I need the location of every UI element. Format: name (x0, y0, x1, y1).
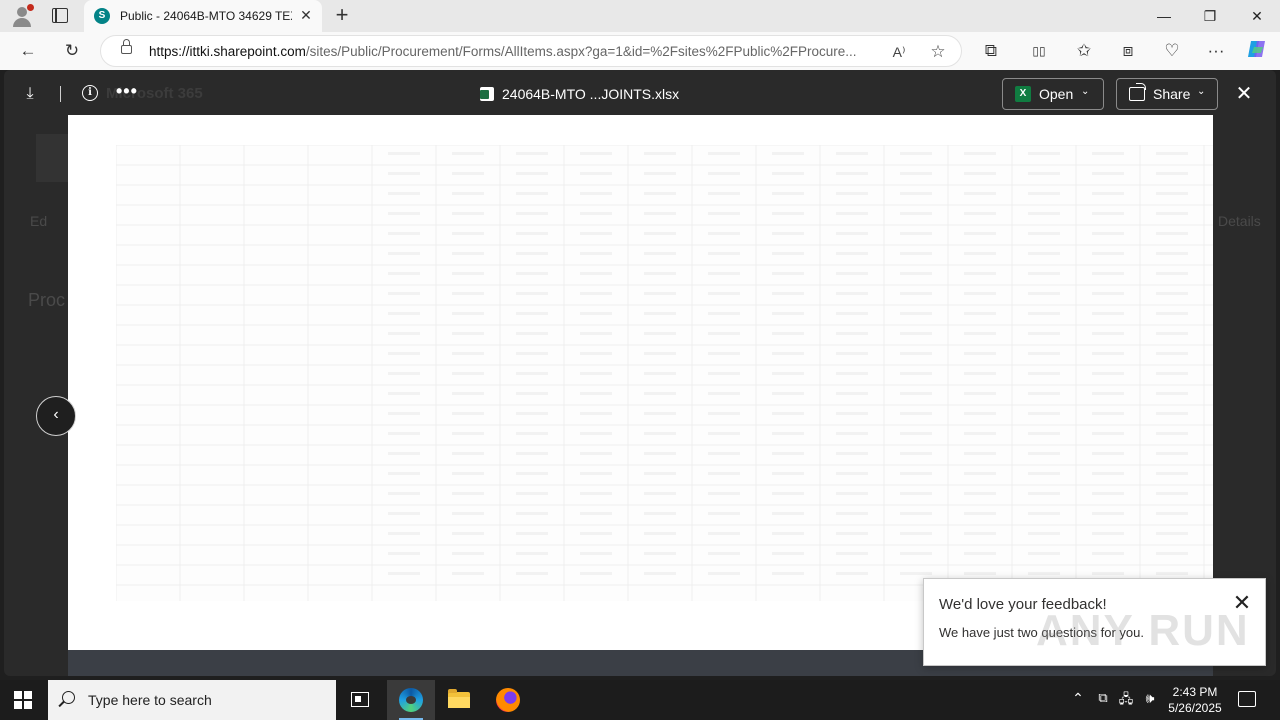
download-icon[interactable]: ⤓ (18, 82, 42, 106)
share-icon (1129, 83, 1146, 101)
extensions-icon[interactable]: ⧉ (977, 38, 1005, 64)
task-view-icon (351, 692, 369, 707)
url-path: /sites/Public/Procurement/Forms/AllItems… (305, 44, 857, 59)
file-viewer-header: ⤓ Microsoft 365 i ••• 24064B-MTO ...JOIN… (4, 70, 1276, 116)
excel-file-icon (480, 87, 494, 101)
taskbar-edge-button[interactable] (387, 680, 435, 720)
window-close-button[interactable]: ✕ (1234, 0, 1280, 32)
copilot-icon[interactable] (1244, 37, 1272, 63)
refresh-button[interactable]: ↻ (58, 38, 86, 64)
tab-actions-icon[interactable] (52, 8, 68, 23)
tab-close-icon[interactable]: ✕ (298, 7, 314, 24)
browser-toolbar: ← ↻ https://ittki.sharepoint.com/sites/P… (0, 32, 1280, 70)
taskbar-file-explorer-button[interactable] (435, 680, 483, 720)
volume-icon[interactable]: 🕪 (1140, 690, 1160, 707)
notifications-icon[interactable] (1238, 691, 1256, 707)
share-label: Share (1153, 86, 1191, 102)
address-bar[interactable]: https://ittki.sharepoint.com/sites/Publi… (100, 35, 962, 67)
collections-icon[interactable]: ⧈ (1114, 38, 1142, 64)
excel-logo-icon: X (1015, 86, 1031, 102)
restore-button[interactable]: ❐ (1187, 0, 1233, 32)
tab-title: Public - 24064B-MTO 34629 TEXT... (120, 9, 292, 23)
browser-tab[interactable]: S Public - 24064B-MTO 34629 TEXT... ✕ (84, 0, 322, 32)
favorites-icon[interactable]: ✩ (1070, 38, 1098, 64)
sharepoint-favicon-icon: S (94, 8, 110, 24)
split-screen-icon[interactable]: ▯▯ (1025, 38, 1053, 64)
anyrun-watermark: ANY RUN (1036, 606, 1250, 655)
procurement-ghost-title: Proc (28, 290, 66, 310)
taskbar-firefox-button[interactable] (484, 680, 532, 720)
show-hidden-icons-chevron-icon[interactable]: ⌃ (1068, 690, 1088, 707)
back-button[interactable]: ← (14, 38, 42, 64)
device-icon[interactable]: ⧉ (1093, 690, 1113, 706)
lock-icon[interactable] (121, 39, 132, 54)
chevron-down-icon: ⌄ (1197, 86, 1206, 97)
tab-strip: S Public - 24064B-MTO 34629 TEXT... ✕ + … (0, 0, 1280, 32)
edge-icon (399, 688, 423, 712)
settings-more-icon[interactable]: ··· (1202, 38, 1230, 64)
spreadsheet-preview[interactable] (68, 115, 1213, 650)
url-host: https://ittki.sharepoint.com (149, 44, 306, 59)
network-icon[interactable]: 🖧 (1116, 690, 1136, 712)
folder-icon (448, 689, 470, 708)
grid-lines (116, 145, 1213, 601)
info-icon[interactable]: i (82, 85, 98, 101)
favorite-star-icon[interactable]: ☆ (927, 41, 949, 63)
search-placeholder: Type here to search (88, 692, 212, 708)
profile-icon[interactable] (10, 4, 34, 28)
performance-icon[interactable]: ♡ (1158, 38, 1186, 64)
taskbar: Type here to search ⌃ ⧉ 🖧 🕪 2:43 PM 5/26… (0, 680, 1280, 720)
close-viewer-icon[interactable]: ✕ (1232, 82, 1256, 106)
open-button[interactable]: X Open ⌄ (1002, 78, 1104, 110)
edit-ghost-text: Ed (30, 213, 48, 229)
share-button[interactable]: Share ⌄ (1116, 78, 1218, 110)
read-aloud-icon[interactable]: A⁾ (888, 41, 910, 63)
previous-file-button[interactable]: ‹ (36, 396, 76, 436)
open-label: Open (1039, 86, 1074, 102)
clock-date: 5/26/2025 (1168, 701, 1222, 715)
chevron-down-icon: ⌄ (1081, 86, 1090, 97)
task-view-button[interactable] (336, 680, 384, 720)
clock-time: 2:43 PM (1172, 685, 1218, 699)
windows-start-icon[interactable] (14, 691, 32, 709)
firefox-icon (496, 688, 520, 712)
minimize-button[interactable]: — (1141, 0, 1187, 32)
details-ghost-text: Details (1218, 213, 1261, 229)
header-divider (60, 86, 61, 102)
more-options-icon[interactable]: ••• (116, 81, 138, 102)
url-text[interactable]: https://ittki.sharepoint.com/sites/Publi… (149, 44, 857, 59)
new-tab-button[interactable]: + (330, 4, 354, 26)
taskbar-clock[interactable]: 2:43 PM 5/26/2025 (1160, 684, 1230, 716)
search-icon (62, 691, 75, 704)
spreadsheet-grid (116, 145, 1213, 601)
taskbar-search-box[interactable]: Type here to search (48, 680, 336, 720)
file-name: 24064B-MTO ...JOINTS.xlsx (502, 86, 680, 102)
